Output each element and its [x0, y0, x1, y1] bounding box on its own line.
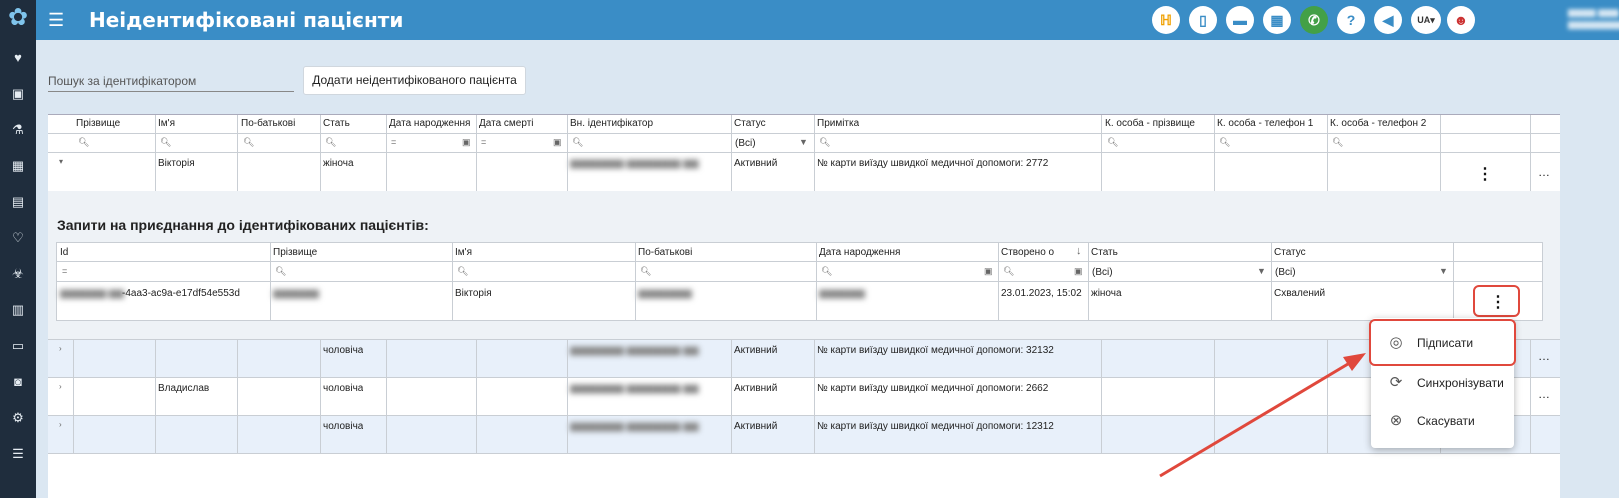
annotation-arrow	[1159, 353, 1366, 478]
